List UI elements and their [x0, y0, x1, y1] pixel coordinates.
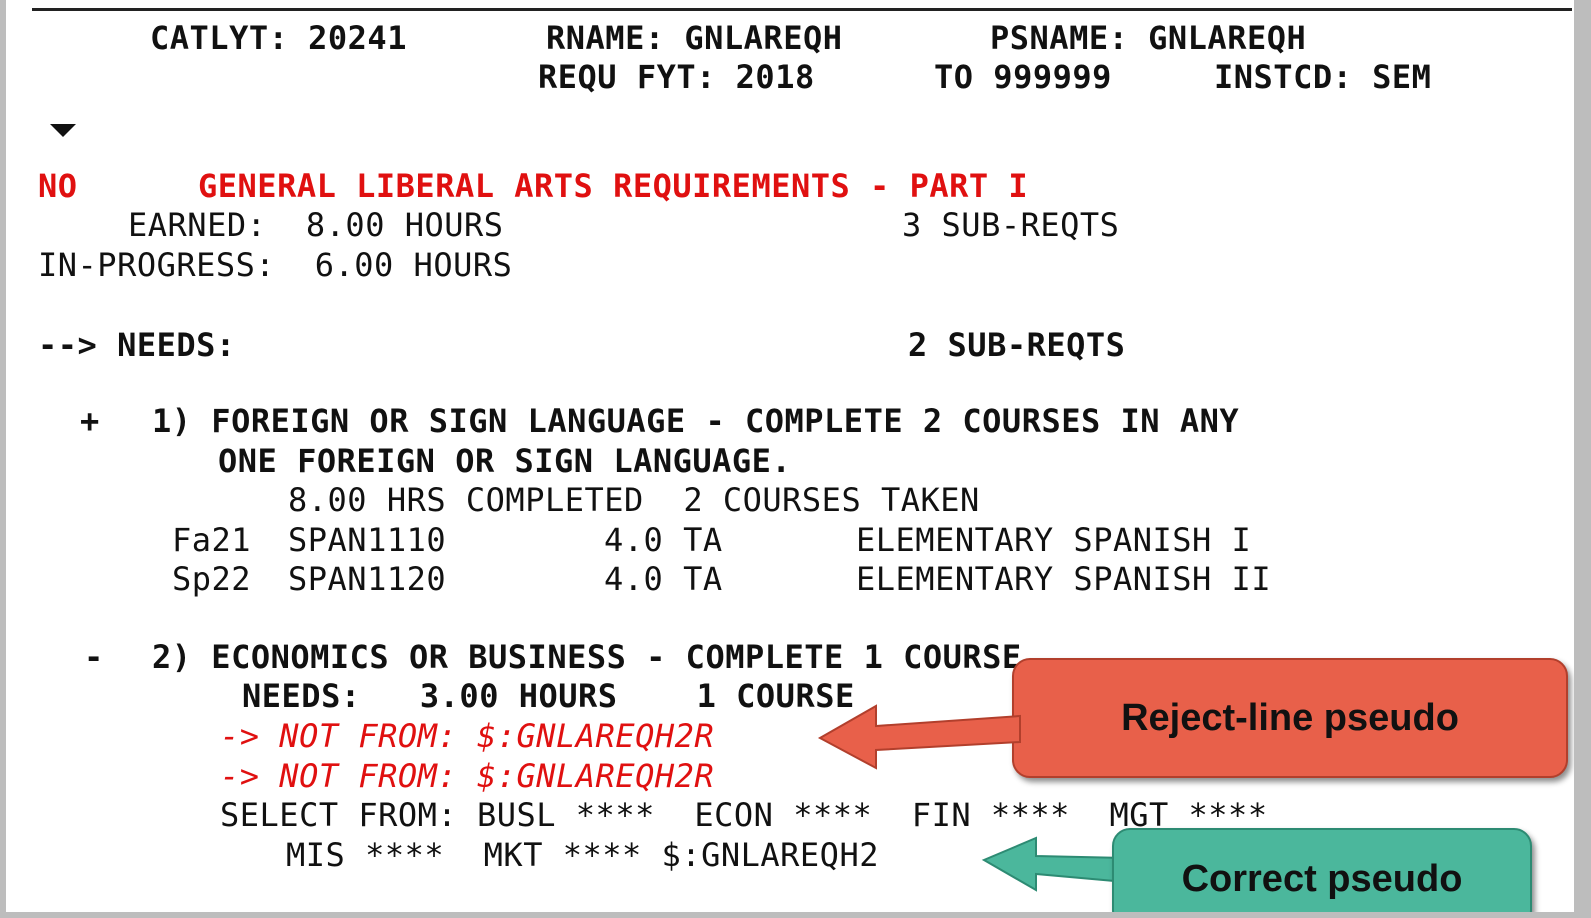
audit-report-panel: CATLYT: 20241 RNAME: GNLAREQH PSNAME: GN…	[6, 0, 1574, 912]
correct-callout-text: Correct pseudo	[1181, 858, 1463, 900]
correct-pseudo-callout: Correct pseudo	[1112, 828, 1532, 912]
callout-arrows	[817, 704, 1127, 892]
reject-arrow-icon	[817, 704, 1021, 770]
correct-arrow-icon	[981, 836, 1127, 892]
